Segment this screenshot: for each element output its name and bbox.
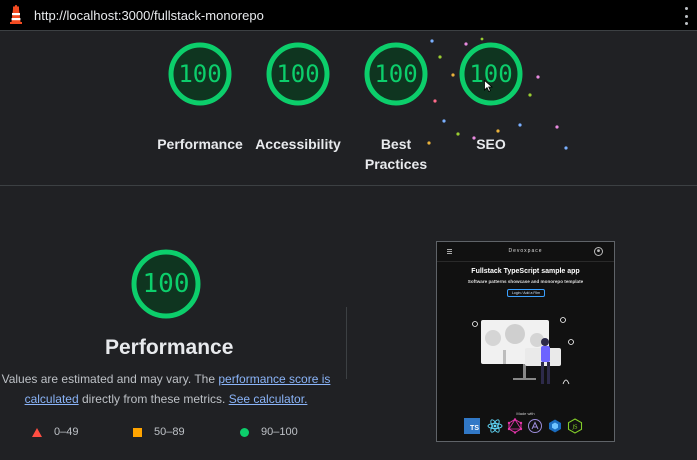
legend-item-pass: 90–100 xyxy=(240,426,298,438)
browser-toolbar: http://localhost:3000/fullstack-monorepo xyxy=(0,0,697,31)
average-square-icon xyxy=(133,427,142,437)
lighthouse-icon xyxy=(10,5,22,24)
performance-description: Values are estimated and may vary. The p… xyxy=(0,369,332,409)
svg-text:JS: JS xyxy=(571,425,578,431)
gauge-score: 100 xyxy=(142,269,190,299)
gauge-score: 100 xyxy=(178,60,222,88)
screenshot-brand: Devoxpace xyxy=(508,248,543,254)
graphql-icon xyxy=(507,418,523,434)
gauge-performance-large[interactable]: 100 Performance xyxy=(105,247,234,367)
react-icon xyxy=(487,419,503,433)
pass-circle-icon xyxy=(240,427,249,437)
vertical-divider xyxy=(346,307,347,379)
legend-item-fail: 0–49 xyxy=(32,426,78,438)
see-calculator-link[interactable]: See calculator. xyxy=(229,392,308,406)
final-screenshot[interactable]: Devoxpace Fullstack TypeScript sample ap… xyxy=(436,241,615,442)
typescript-icon: TS xyxy=(464,418,480,434)
screenshot-subtitle: Software patterns showcase and monorepo … xyxy=(467,279,584,284)
mouse-pointer-icon xyxy=(484,80,493,92)
hero-illustration xyxy=(472,317,574,385)
description-text: Values are estimated and may vary. The xyxy=(1,372,219,386)
screenshot-title: Fullstack TypeScript sample app xyxy=(471,268,580,275)
page-url: http://localhost:3000/fullstack-monorepo xyxy=(34,8,264,23)
gauge-label: Accessibility xyxy=(255,136,341,152)
gauge-label: SEO xyxy=(476,136,506,152)
made-with-label: Made with xyxy=(516,411,535,416)
screenshot-navbar: Devoxpace xyxy=(437,242,614,262)
legend-range: 50–89 xyxy=(154,426,185,438)
gauge-performance[interactable]: 100 Performance xyxy=(150,40,250,180)
section-divider xyxy=(0,185,697,186)
gauge-seo[interactable]: 100 SEO xyxy=(441,40,541,180)
apollo-icon xyxy=(528,419,542,433)
nx-icon xyxy=(549,419,561,433)
user-avatar-icon xyxy=(594,247,603,256)
nodejs-icon: JS xyxy=(567,418,583,434)
screenshot-login-button: Login / Add a Film xyxy=(507,289,545,297)
gauge-score: 100 xyxy=(276,60,320,88)
gauge-label: Performance xyxy=(157,136,243,152)
gauge-accessibility[interactable]: 100 Accessibility xyxy=(248,40,348,180)
legend-range: 90–100 xyxy=(261,426,298,438)
legend-item-average: 50–89 xyxy=(133,426,185,438)
fail-triangle-icon xyxy=(32,427,42,437)
description-text: directly from these metrics. xyxy=(78,392,229,406)
kebab-menu-icon[interactable] xyxy=(683,7,689,25)
legend-range: 0–49 xyxy=(54,426,79,438)
category-title: Performance xyxy=(105,336,234,359)
